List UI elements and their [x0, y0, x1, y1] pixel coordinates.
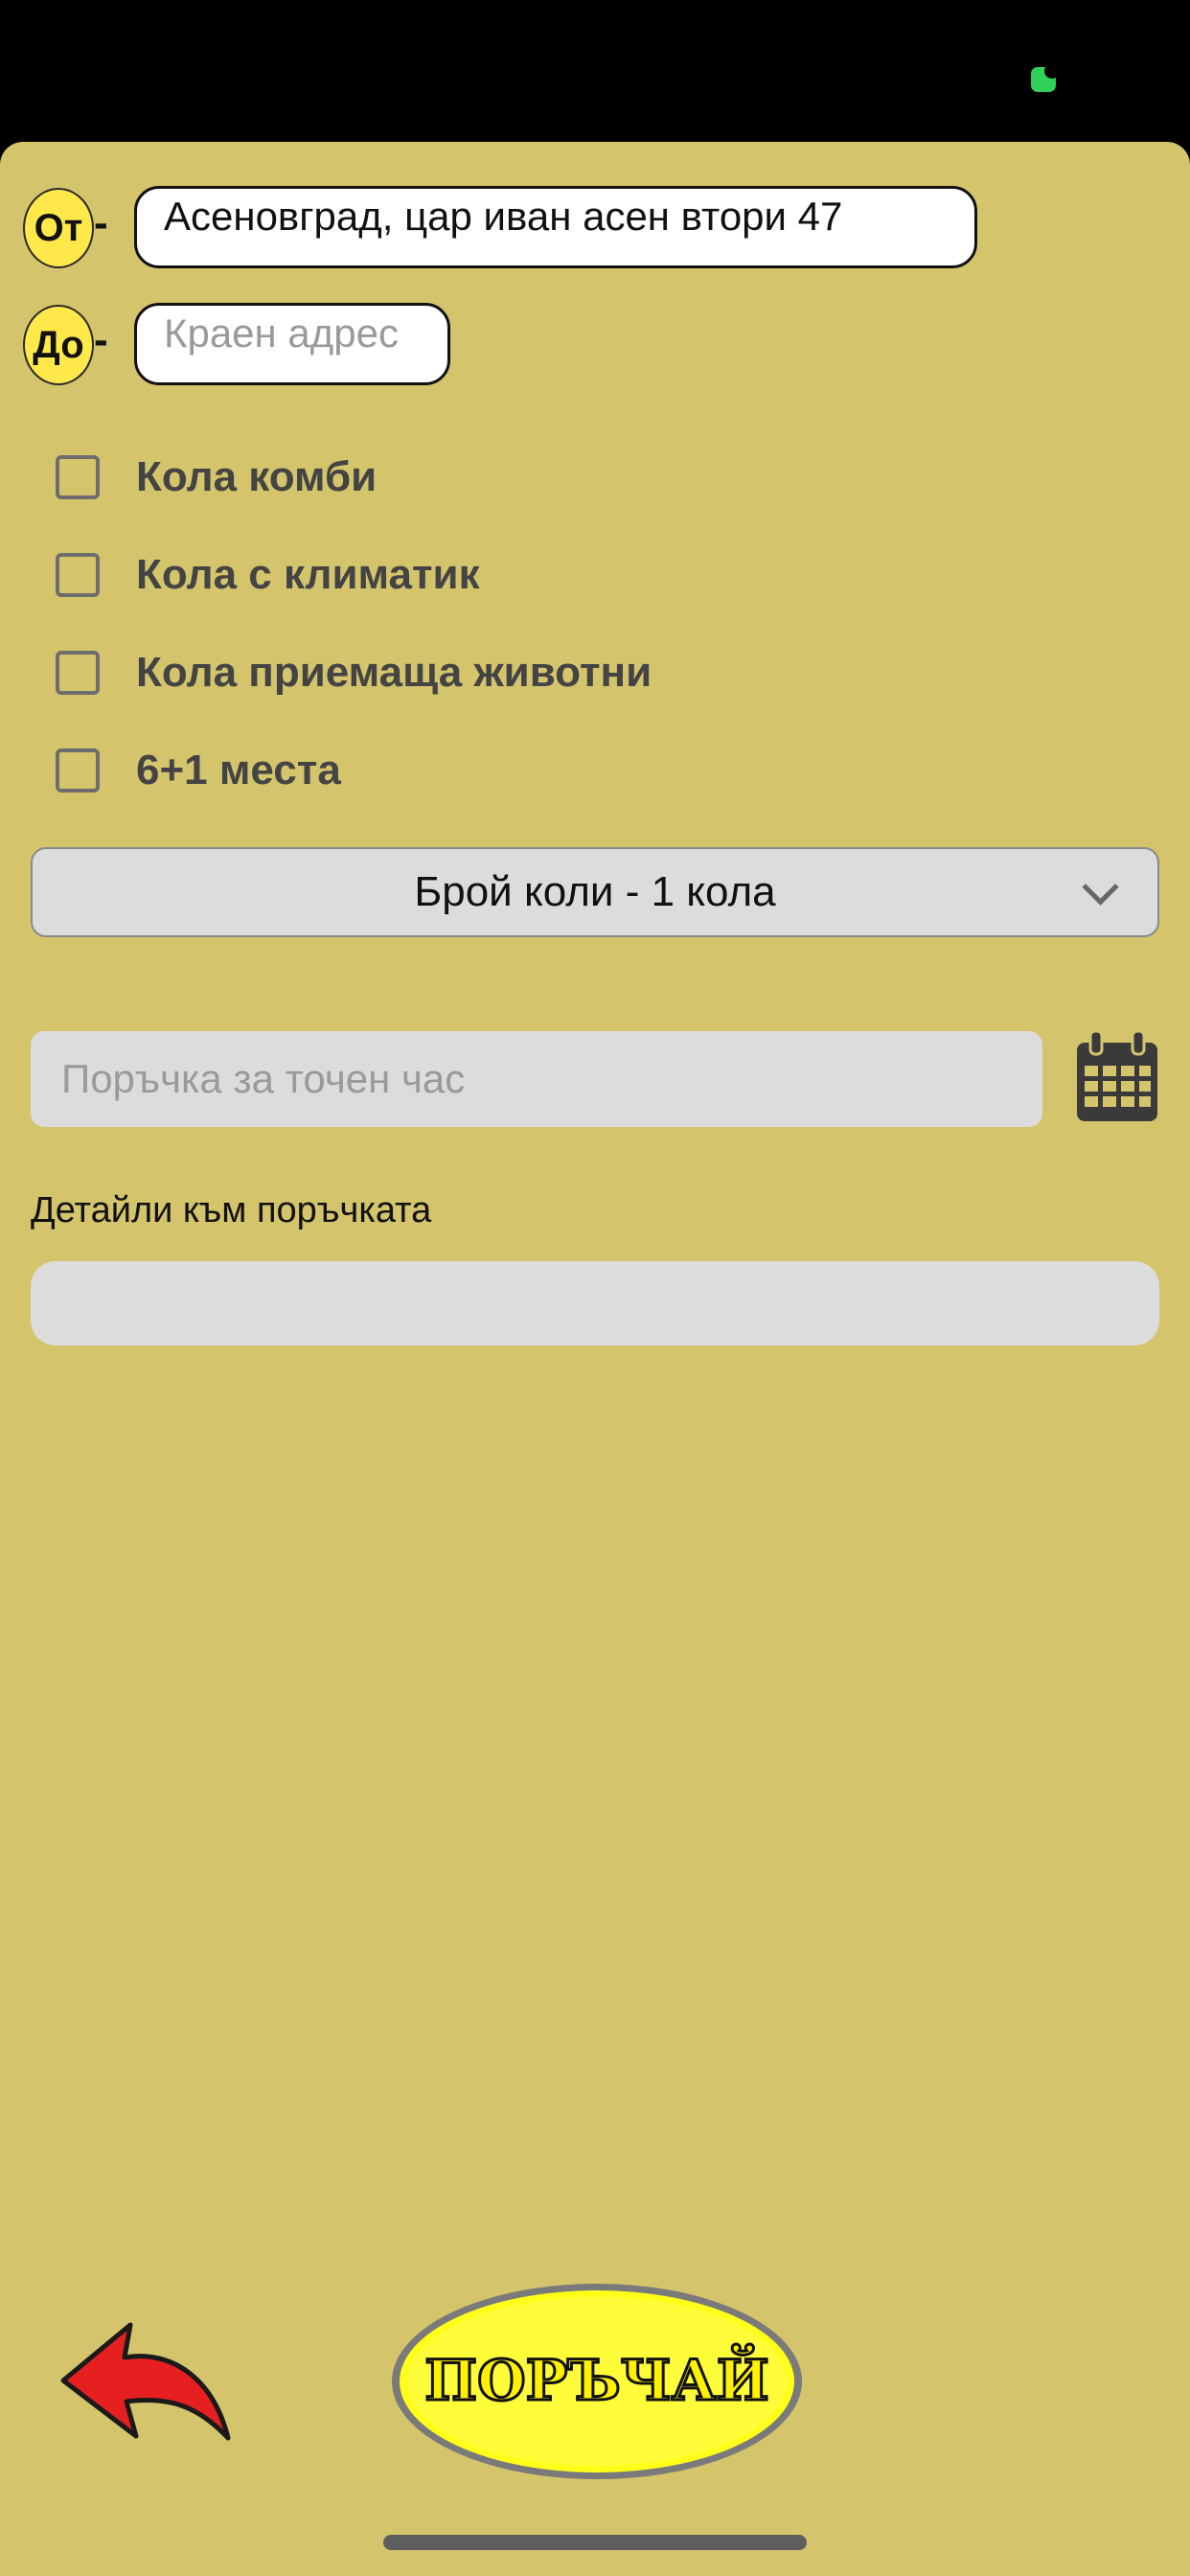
details-input[interactable]: [31, 1261, 1159, 1346]
from-address-input[interactable]: Асеновград, цар иван асен втори 47: [134, 186, 977, 268]
option-label: Кола с климатик: [136, 551, 480, 598]
checkbox[interactable]: [56, 651, 100, 695]
calendar-icon[interactable]: [1073, 1029, 1161, 1125]
option-estate-car[interactable]: Кола комби: [56, 447, 377, 508]
to-badge: До: [23, 305, 94, 385]
status-bar: [0, 0, 1190, 142]
option-pets-allowed[interactable]: Кола приемаща животни: [56, 642, 652, 703]
order-button-label: ПОРЪЧАЙ: [424, 2344, 768, 2413]
checkbox[interactable]: [56, 748, 100, 793]
option-air-conditioning[interactable]: Кола с климатик: [56, 544, 480, 606]
option-label: Кола приемаща животни: [136, 649, 652, 696]
from-badge: От: [23, 188, 94, 268]
checkbox[interactable]: [56, 553, 100, 597]
status-indicator-icon: [1031, 63, 1060, 92]
order-button[interactable]: ПОРЪЧАЙ: [387, 2279, 807, 2484]
option-six-plus-one-seats[interactable]: 6+1 места: [56, 740, 341, 801]
checkbox[interactable]: [56, 455, 100, 499]
car-count-select[interactable]: Брой коли - 1 кола: [31, 847, 1159, 937]
order-time-input[interactable]: Поръчка за точен час: [31, 1031, 1042, 1127]
option-label: 6+1 места: [136, 747, 341, 794]
back-arrow-icon[interactable]: [56, 2319, 234, 2444]
from-dash: -: [94, 199, 108, 246]
to-dash: -: [94, 316, 108, 363]
option-label: Кола комби: [136, 453, 378, 500]
chevron-down-icon: [1082, 868, 1119, 906]
details-label: Детайли към поръчката: [31, 1190, 432, 1230]
car-count-value: Брой коли - 1 кола: [414, 868, 776, 915]
to-address-input[interactable]: Краен адрес: [134, 303, 450, 385]
home-indicator: [383, 2535, 807, 2550]
